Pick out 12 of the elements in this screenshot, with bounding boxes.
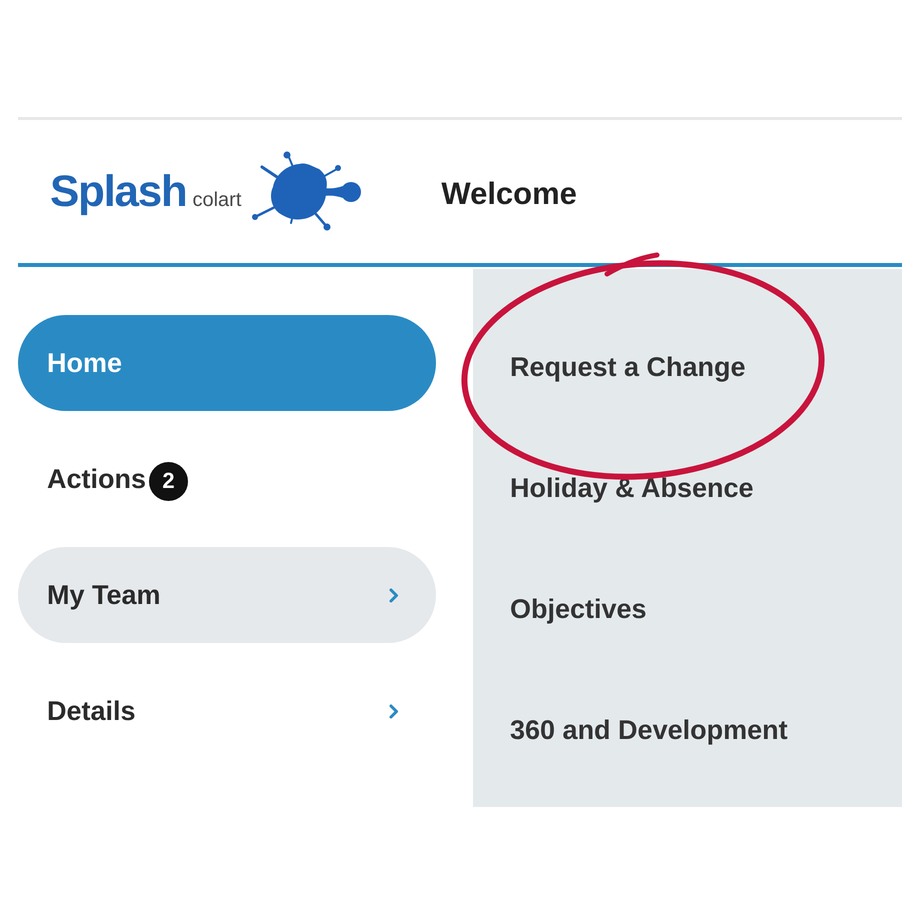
submenu-item[interactable]: Holiday & Absence [473, 428, 902, 549]
logo-subtitle: colart [192, 190, 242, 210]
nav-item[interactable]: Details [18, 663, 436, 759]
nav-item[interactable]: Actions 2 [18, 431, 436, 527]
logo-wordmark: Splash [50, 170, 186, 214]
submenu-item[interactable]: 360 and Development [473, 670, 902, 791]
nav-item[interactable]: Home [18, 315, 436, 411]
submenu-item[interactable]: Objectives [473, 549, 902, 670]
submenu-item[interactable]: Request a Change [473, 307, 902, 428]
count-badge: 2 [149, 462, 188, 500]
page-title: Welcome [441, 176, 577, 212]
nav-item[interactable]: My Team [18, 547, 436, 643]
